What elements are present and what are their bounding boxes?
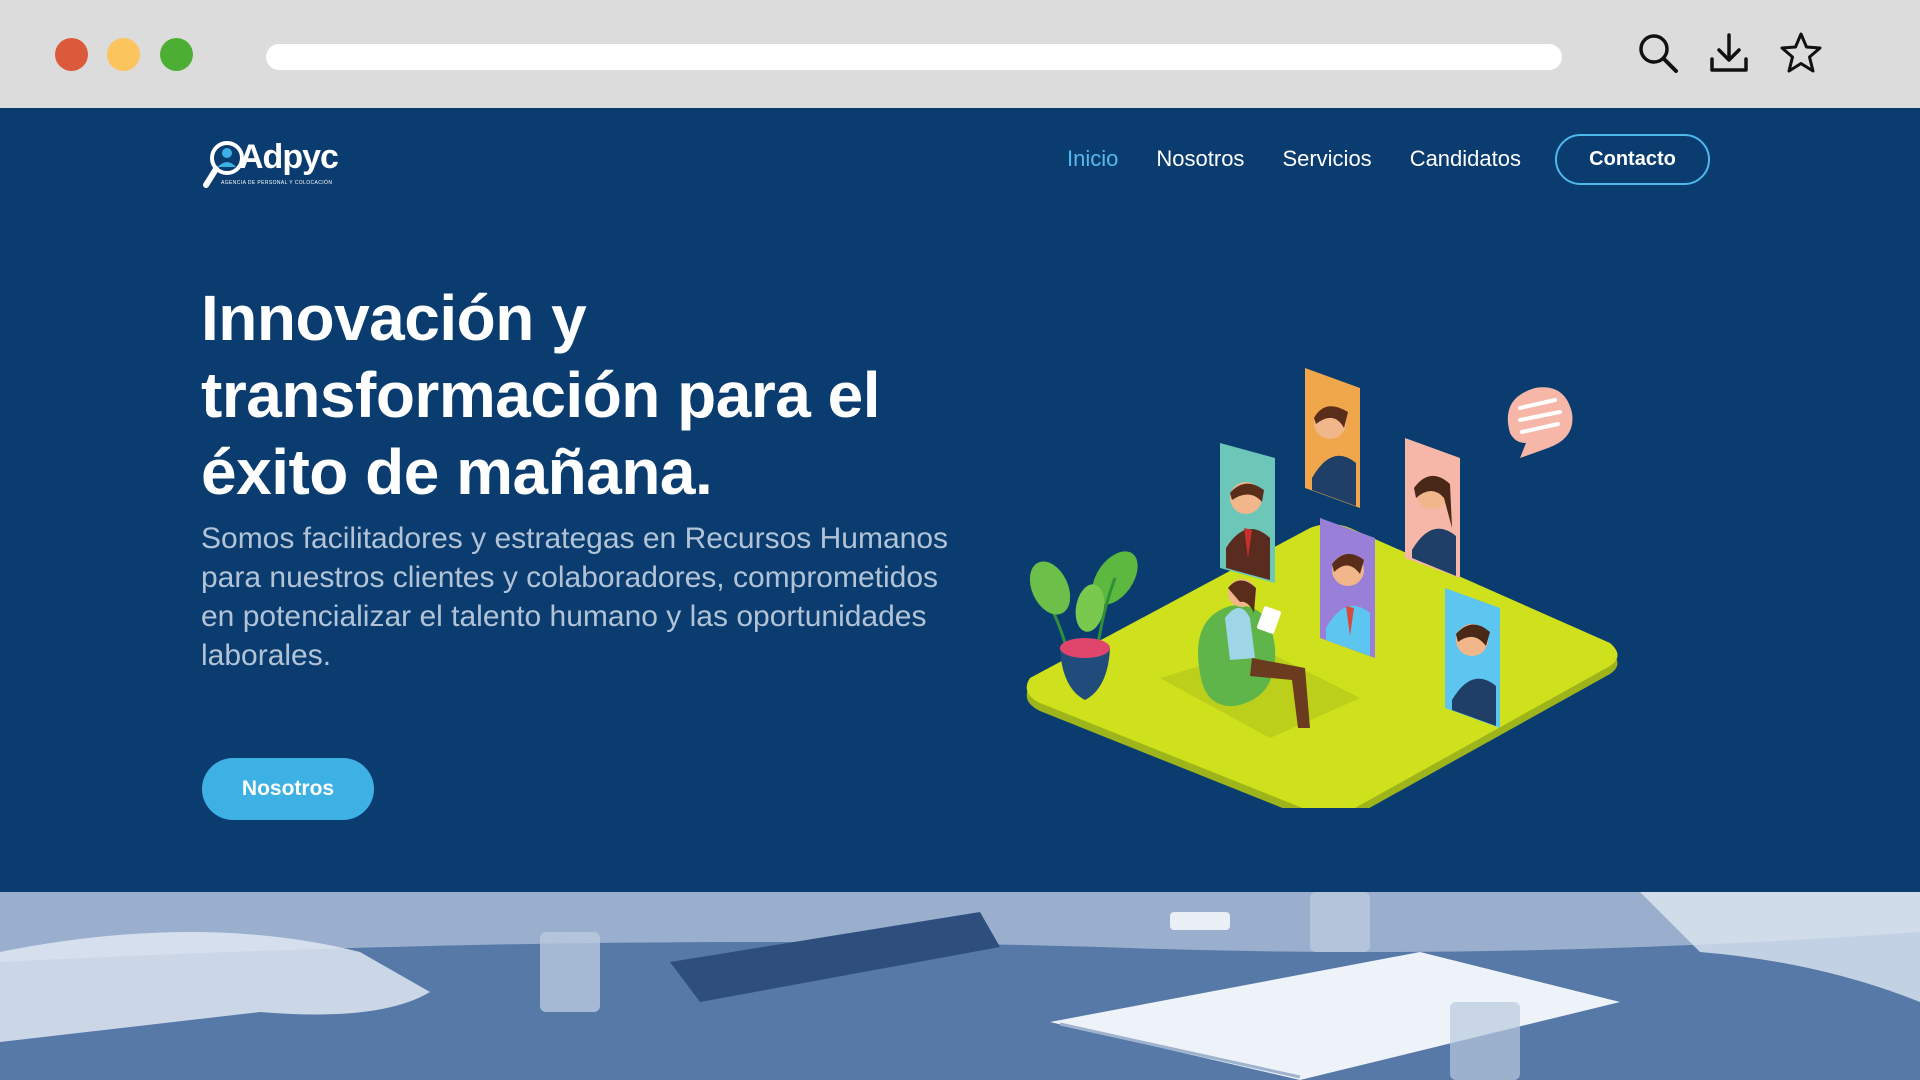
- brand-logo[interactable]: Adpyc AGENCIA DE PERSONAL Y COLOCACIÓN: [203, 138, 343, 194]
- main-nav: Inicio Nosotros Servicios Candidatos Con…: [1067, 133, 1710, 185]
- chat-bubble-icon: [1507, 387, 1573, 458]
- search-icon[interactable]: [1635, 30, 1681, 76]
- download-icon[interactable]: [1706, 30, 1752, 76]
- contact-button[interactable]: Contacto: [1555, 133, 1710, 185]
- about-us-button[interactable]: Nosotros: [202, 758, 374, 820]
- nav-link-inicio[interactable]: Inicio: [1067, 146, 1118, 172]
- address-bar[interactable]: [266, 44, 1562, 70]
- hero-title: Innovación y transformación para el éxit…: [201, 282, 881, 508]
- video-tile: [1320, 518, 1375, 658]
- hero-background-photo: [0, 892, 1920, 1080]
- virtual-meeting-illustration: [1026, 368, 1618, 808]
- video-tile: [1305, 368, 1360, 508]
- brand-name: Adpyc: [239, 138, 339, 176]
- star-icon[interactable]: [1778, 30, 1824, 76]
- nav-link-candidatos[interactable]: Candidatos: [1410, 146, 1521, 172]
- video-tile: [1220, 443, 1275, 583]
- hero-description: Somos facilitadores y estrategas en Recu…: [201, 522, 949, 672]
- video-tile: [1445, 588, 1500, 728]
- nav-link-servicios[interactable]: Servicios: [1282, 146, 1371, 172]
- video-tile: [1405, 438, 1460, 578]
- close-window-button[interactable]: [55, 38, 88, 71]
- minimize-window-button[interactable]: [107, 38, 140, 71]
- web-page: Adpyc AGENCIA DE PERSONAL Y COLOCACIÓN I…: [0, 108, 1920, 1080]
- browser-toolbar: [0, 0, 1920, 108]
- maximize-window-button[interactable]: [160, 38, 193, 71]
- nav-link-nosotros[interactable]: Nosotros: [1156, 146, 1244, 172]
- brand-tagline: AGENCIA DE PERSONAL Y COLOCACIÓN: [221, 180, 333, 186]
